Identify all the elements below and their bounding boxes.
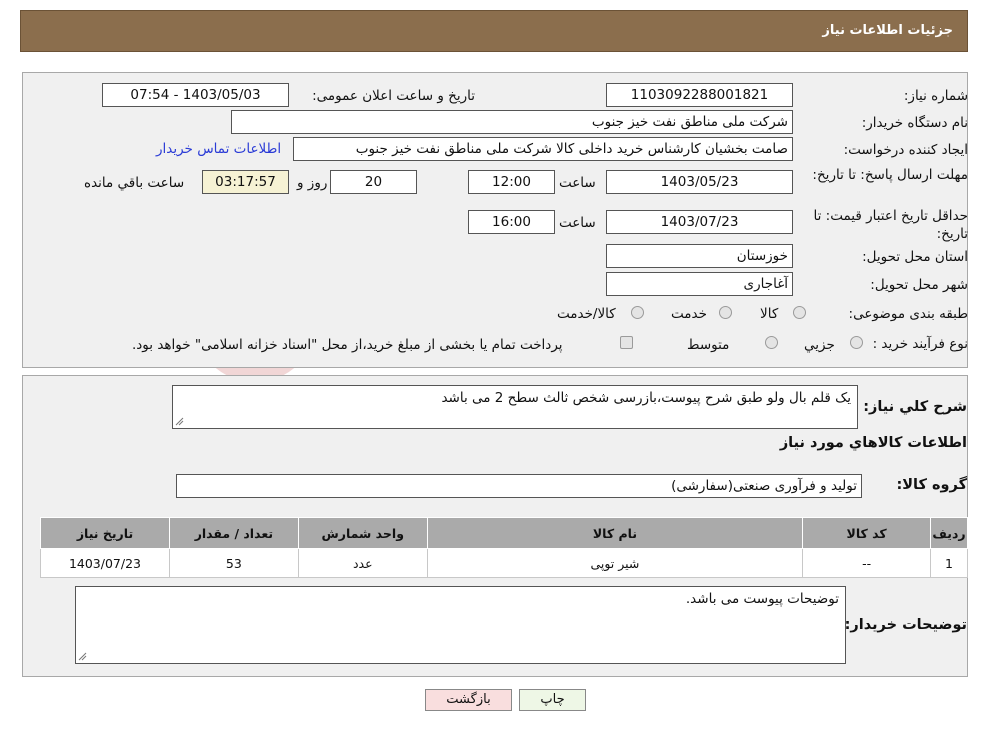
col-quantity: تعداد / مقدار <box>168 517 299 549</box>
cell-goods-name: شیر توپی <box>426 548 804 578</box>
col-need-date: تاریخ نیاز <box>40 517 170 549</box>
process-minor-radio[interactable] <box>850 336 863 349</box>
buyer-notes-text: توضیحات پیوست می باشد. <box>685 591 839 607</box>
category-label: طبقه بندی موضوعی: <box>848 306 968 322</box>
cell-quantity: 53 <box>168 548 299 578</box>
print-button[interactable]: چاپ <box>519 689 586 711</box>
goods-group-label: گروه کالا: <box>896 477 967 493</box>
validity-time-label: ساعت <box>559 215 596 231</box>
validity-date-field[interactable]: 1403/07/23 <box>606 210 793 234</box>
process-note: پرداخت تمام یا بخشی از مبلغ خرید،از محل … <box>132 337 563 353</box>
category-goods-service-radio[interactable] <box>631 306 644 319</box>
reply-time-label: ساعت <box>559 175 596 191</box>
goods-group-field[interactable]: تولید و فرآوری صنعتی(سفارشی) <box>176 474 862 498</box>
resize-grip-icon[interactable] <box>78 652 87 661</box>
creator-field[interactable]: صامت بخشیان کارشناس خرید داخلی کالا شرکت… <box>293 137 793 161</box>
reply-date-field[interactable]: 1403/05/23 <box>606 170 793 194</box>
category-goods-label: کالا <box>760 306 779 322</box>
table-row[interactable]: 1 -- شیر توپی عدد 53 1403/07/23 <box>40 548 968 578</box>
buyer-label: نام دستگاه خریدار: <box>861 115 968 131</box>
summary-textarea[interactable]: یک قلم بال ولو طبق شرح پیوست،بازرسی شخص … <box>172 385 858 429</box>
buyer-field[interactable]: شرکت ملی مناطق نفت خیز جنوب <box>231 110 793 134</box>
resize-grip-icon[interactable] <box>175 417 184 426</box>
category-service-radio[interactable] <box>719 306 732 319</box>
announce-field[interactable]: 1403/05/03 - 07:54 <box>102 83 289 107</box>
days-field[interactable]: 20 <box>330 170 417 194</box>
need-number-field[interactable]: 1103092288001821 <box>606 83 793 107</box>
remaining-label: ساعت باقي مانده <box>84 175 185 191</box>
table-header-row: رديف کد کالا نام کالا واحد شمارش تعداد /… <box>40 517 968 549</box>
process-medium-label: متوسط <box>687 337 730 353</box>
col-goods-code: کد کالا <box>802 517 932 549</box>
process-medium-radio[interactable] <box>765 336 778 349</box>
summary-label: شرح کلي نياز: <box>863 399 967 415</box>
province-field[interactable]: خوزستان <box>606 244 793 268</box>
cell-goods-code: -- <box>802 548 932 578</box>
summary-text: یک قلم بال ولو طبق شرح پیوست،بازرسی شخص … <box>441 390 851 406</box>
col-row-number: رديف <box>930 517 968 549</box>
validity-label: حداقل تاریخ اعتبار قیمت: تا تاریخ: <box>813 208 968 242</box>
back-button[interactable]: بازگشت <box>425 689 512 711</box>
city-label: شهر محل تحویل: <box>870 277 968 293</box>
col-unit: واحد شمارش <box>297 517 428 549</box>
days-label: روز و <box>297 175 328 191</box>
col-goods-name: نام کالا <box>426 517 804 549</box>
page-header: جزئیات اطلاعات نیاز <box>20 10 968 52</box>
process-minor-label: جزيي <box>804 337 835 353</box>
need-number-label: شماره نیاز: <box>903 88 968 104</box>
reply-deadline-label: مهلت ارسال پاسخ: تا تاریخ: <box>812 167 968 183</box>
process-label: نوع فرآیند خرید : <box>872 336 968 352</box>
cell-need-date: 1403/07/23 <box>40 548 170 578</box>
validity-time-field[interactable]: 16:00 <box>468 210 555 234</box>
remaining-time-field[interactable]: 03:17:57 <box>202 170 289 194</box>
city-field[interactable]: آغاجاری <box>606 272 793 296</box>
province-label: استان محل تحویل: <box>862 249 968 265</box>
cell-row-number: 1 <box>930 548 968 578</box>
reply-time-field[interactable]: 12:00 <box>468 170 555 194</box>
creator-label: ایجاد کننده درخواست: <box>843 142 968 158</box>
goods-table: رديف کد کالا نام کالا واحد شمارش تعداد /… <box>40 517 968 578</box>
page-title: جزئیات اطلاعات نیاز <box>822 23 953 38</box>
category-goods-service-label: کالا/خدمت <box>557 306 616 322</box>
buyer-contact-link[interactable]: اطلاعات تماس خریدار <box>156 141 281 157</box>
category-goods-radio[interactable] <box>793 306 806 319</box>
category-service-label: خدمت <box>671 306 707 322</box>
goods-info-title: اطلاعات کالاهاي مورد نياز <box>779 435 967 451</box>
buyer-notes-textarea[interactable]: توضیحات پیوست می باشد. <box>75 586 846 664</box>
buyer-notes-label: توضیحات خریدار: <box>844 617 967 633</box>
cell-unit: عدد <box>297 548 428 578</box>
treasury-payment-checkbox[interactable] <box>620 336 633 349</box>
announce-label: تاریخ و ساعت اعلان عمومی: <box>312 88 475 104</box>
